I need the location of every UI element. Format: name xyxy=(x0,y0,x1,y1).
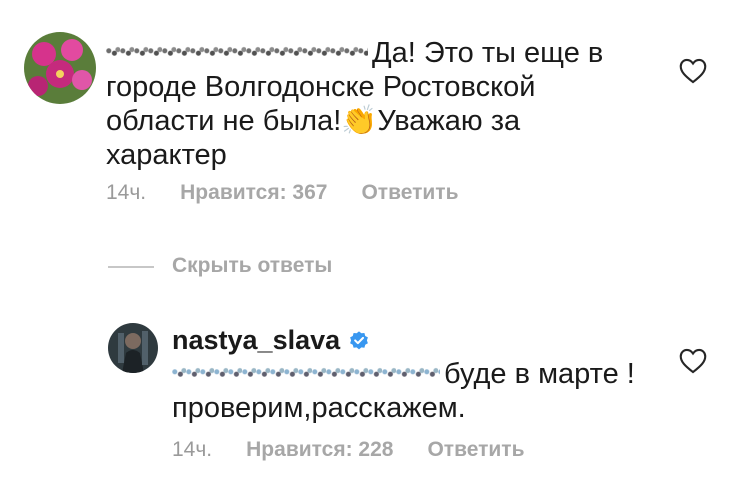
blurred-username xyxy=(106,46,368,63)
reply-button[interactable]: Ответить xyxy=(361,181,458,205)
comment-text: буде в марте !проверим,расскажем. xyxy=(172,358,635,424)
replies-divider xyxy=(108,266,154,268)
avatar[interactable] xyxy=(108,323,158,373)
likes-count-button[interactable]: Нравится: 367 xyxy=(180,181,327,205)
username-link[interactable]: nastya_slava xyxy=(172,325,340,356)
timestamp: 14ч. xyxy=(106,181,147,204)
comment-meta: 14ч. Нравится: 228 Ответить xyxy=(172,438,525,462)
verified-badge-icon xyxy=(350,330,369,349)
likes-count-button[interactable]: Нравится: 228 xyxy=(246,438,393,462)
clapping-hands-emoji: 👏 xyxy=(341,105,378,137)
flowers-avatar-image xyxy=(24,32,96,104)
timestamp: 14ч. xyxy=(172,438,213,461)
comment-text: Да! Это ты еще в городе Волгодонске Рост… xyxy=(106,37,604,171)
comment-meta: 14ч. Нравится: 367 Ответить xyxy=(106,181,459,205)
blurred-mention xyxy=(172,367,440,384)
hide-replies-button[interactable]: Скрыть ответы xyxy=(172,254,332,278)
reply-button[interactable]: Ответить xyxy=(427,438,524,462)
profile-avatar-image xyxy=(108,323,158,373)
avatar[interactable] xyxy=(24,32,96,104)
like-heart-icon[interactable] xyxy=(679,58,707,84)
like-heart-icon[interactable] xyxy=(679,348,707,374)
comment-author: nastya_slava xyxy=(172,325,370,356)
